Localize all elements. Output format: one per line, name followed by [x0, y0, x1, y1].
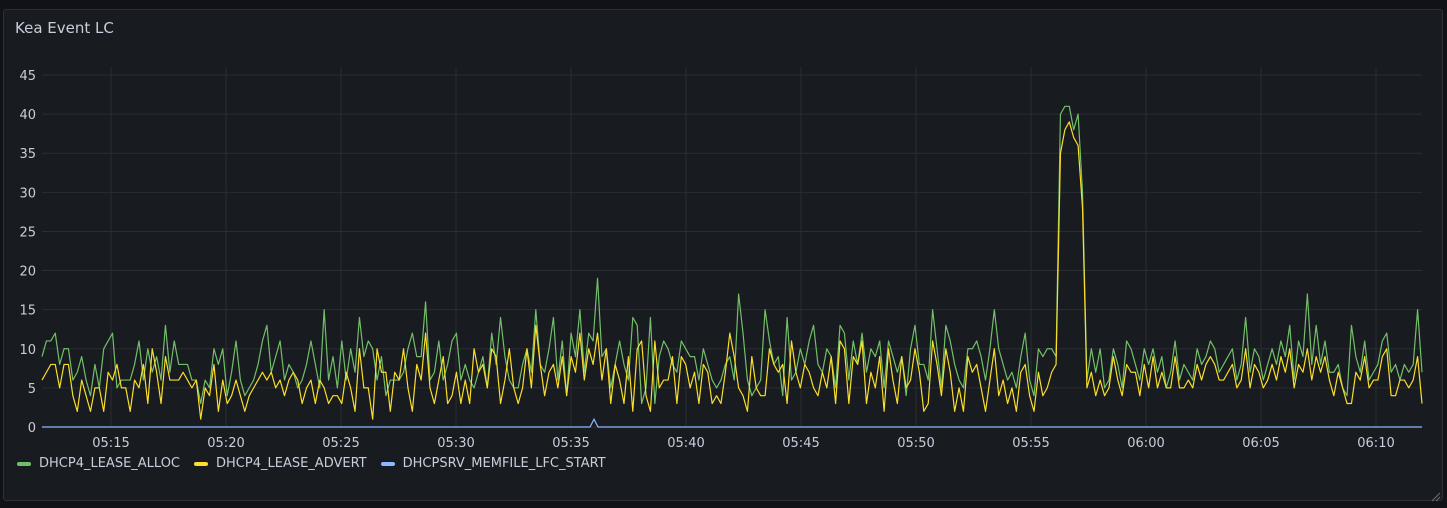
grid — [42, 67, 1422, 428]
x-tick-label: 06:00 — [1127, 436, 1164, 451]
x-tick-label: 05:55 — [1012, 436, 1049, 451]
resize-handle-icon[interactable] — [1431, 492, 1441, 502]
series-lines — [41, 105, 1423, 428]
x-axis: 05:15 05:20 05:25 05:30 05:35 05:40 05:45 05:50… — [92, 436, 1394, 451]
x-tick-label: 06:10 — [1357, 436, 1394, 451]
legend-label-advert: DHCP4_LEASE_ADVERT — [216, 456, 367, 471]
x-tick-label: 05:15 — [92, 436, 129, 451]
y-tick-label: 25 — [19, 225, 36, 240]
legend: DHCP4_LEASE_ALLOC DHCP4_LEASE_ADVERT DHC… — [17, 456, 620, 471]
legend-swatch-lfc — [380, 461, 395, 466]
legend-item-lfc[interactable]: DHCPSRV_MEMFILE_LFC_START — [380, 456, 606, 471]
legend-label-alloc: DHCP4_LEASE_ALLOC — [39, 456, 181, 471]
y-tick-label: 15 — [19, 304, 36, 319]
legend-item-alloc[interactable]: DHCP4_LEASE_ALLOC — [17, 456, 180, 471]
x-tick-label: 05:35 — [552, 436, 589, 451]
series-line-dhcp4_lease_alloc — [41, 105, 1423, 405]
x-tick-label: 05:45 — [782, 436, 819, 451]
y-tick-label: 40 — [19, 108, 36, 123]
x-tick-label: 05:30 — [437, 436, 474, 451]
legend-item-advert[interactable]: DHCP4_LEASE_ADVERT — [194, 456, 367, 471]
x-tick-label: 05:40 — [667, 436, 704, 451]
y-tick-label: 35 — [19, 147, 36, 162]
y-tick-label: 30 — [19, 186, 36, 201]
series-line-dhcpsrv_memfile_lfc_start — [42, 417, 1422, 428]
legend-swatch-advert — [194, 461, 209, 466]
legend-swatch-alloc — [17, 461, 31, 466]
y-tick-label: 5 — [28, 382, 36, 397]
x-tick-label: 06:05 — [1242, 436, 1279, 451]
y-axis: 0 5 10 15 20 25 30 35 40 45 — [19, 69, 36, 436]
y-tick-label: 10 — [19, 343, 36, 358]
y-tick-label: 20 — [19, 265, 36, 280]
x-tick-label: 05:50 — [897, 436, 934, 451]
x-tick-label: 05:25 — [322, 436, 359, 451]
y-tick-label: 45 — [19, 69, 36, 84]
legend-label-lfc: DHCPSRV_MEMFILE_LFC_START — [402, 456, 606, 471]
line-chart[interactable]: 051015202530354045 05:15 05:20 05:25 05:30 0… — [0, 0, 1447, 508]
y-tick-label: 0 — [28, 421, 36, 436]
x-tick-label: 05:20 — [207, 436, 244, 451]
